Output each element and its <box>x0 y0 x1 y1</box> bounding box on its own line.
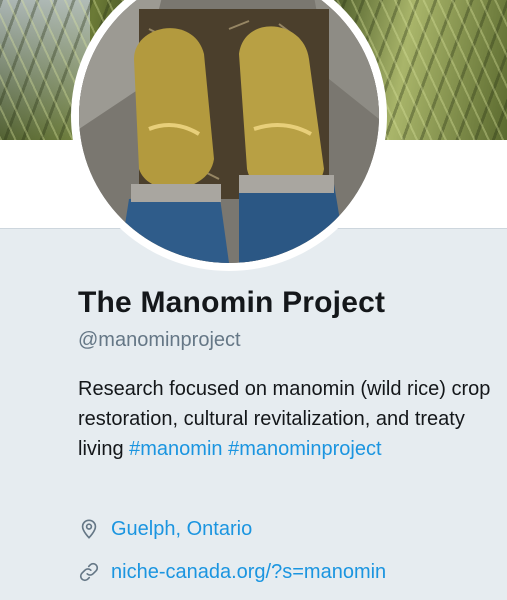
profile-name: The Manomin Project <box>78 286 386 319</box>
hashtag-manomin[interactable]: #manomin <box>129 438 222 460</box>
profile-location: Guelph, Ontario <box>78 515 252 543</box>
avatar-frame <box>71 0 387 271</box>
profile-handle: @manominproject <box>78 329 241 351</box>
hashtag-manominproject[interactable]: #manominproject <box>228 438 381 460</box>
profile-bio: Research focused on manomin (wild rice) … <box>78 374 498 464</box>
avatar-photo <box>79 0 379 263</box>
location-pin-icon <box>78 517 102 541</box>
website-link[interactable]: niche-canada.org/?s=manomin <box>111 561 386 584</box>
avatar[interactable] <box>79 0 379 263</box>
link-icon <box>78 560 102 584</box>
location-link[interactable]: Guelph, Ontario <box>111 518 252 541</box>
profile-website: niche-canada.org/?s=manomin <box>78 558 386 586</box>
